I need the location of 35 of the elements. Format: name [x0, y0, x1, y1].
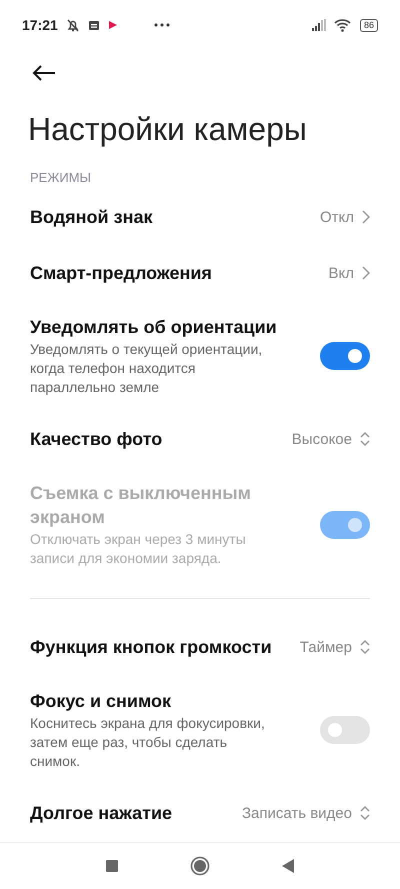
back-icon[interactable] — [32, 65, 56, 81]
up-down-icon[interactable] — [360, 639, 370, 655]
chevron-right-icon[interactable] — [362, 266, 370, 280]
setting-value[interactable]: Записать видео — [242, 804, 352, 822]
section-header: РЕЖИМЫ — [29, 169, 92, 187]
up-down-icon[interactable] — [360, 805, 370, 821]
setting-title: Качество фото — [30, 428, 164, 451]
toggle-switch[interactable] — [320, 342, 370, 370]
play-icon — [108, 20, 118, 30]
setting-title: Функция кнопок громкости — [30, 636, 273, 659]
setting-value[interactable]: Таймер — [300, 638, 352, 656]
setting-title: Фокус и снимок — [30, 690, 172, 713]
up-down-icon[interactable] — [360, 431, 370, 447]
toggle-switch[interactable] — [320, 716, 370, 744]
battery-level: 86 — [364, 20, 374, 30]
bell-muted-icon — [66, 18, 80, 32]
wifi-icon — [334, 18, 352, 32]
chevron-right-icon[interactable] — [362, 210, 370, 224]
setting-value[interactable]: Откл — [320, 208, 354, 226]
setting-title: Съемка с выключенным экраном — [30, 482, 252, 529]
setting-description: Коснитесь экрана для фокусировки, затем еще раз, чтобы сделать снимок. — [30, 714, 266, 771]
setting-value[interactable]: Высокое — [292, 430, 352, 448]
message-icon — [88, 19, 100, 31]
setting-value[interactable]: Вкл — [328, 264, 354, 282]
home-icon[interactable] — [190, 856, 210, 876]
signal-icon — [312, 19, 326, 31]
clock-time: 17:21 — [22, 17, 58, 33]
setting-title: Смарт-предложения — [30, 262, 213, 285]
setting-description: Отключать экран через 3 минуты записи для экономии заряда. — [30, 530, 247, 568]
setting-description: Уведомлять о текущей ориентации, когда телефон находится параллельно земле — [30, 340, 264, 397]
page-title: Настройки камеры — [27, 110, 308, 149]
setting-title: Водяной знак — [30, 206, 154, 229]
more-icon — [154, 23, 170, 27]
setting-title: Уведомлять об ориентации — [30, 316, 278, 339]
setting-title: Долгое нажатие — [30, 802, 174, 825]
